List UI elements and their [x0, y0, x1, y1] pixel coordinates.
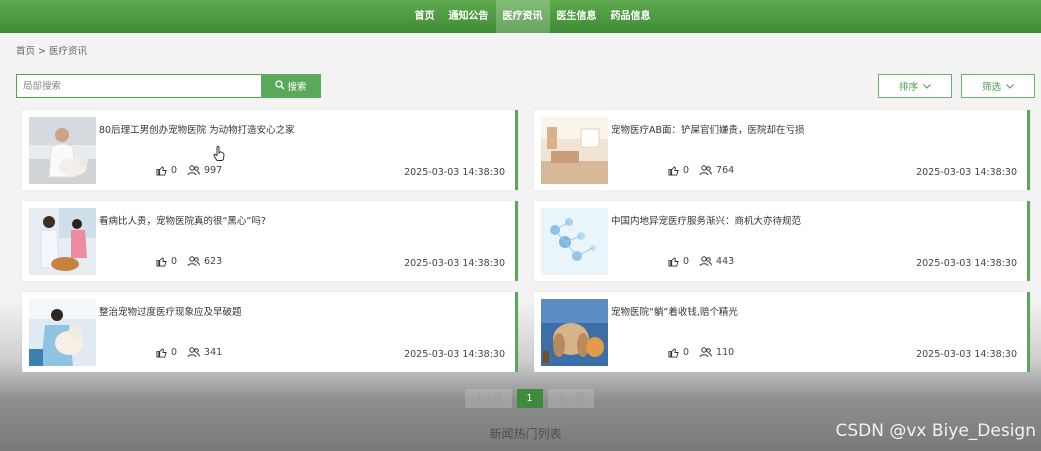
- pagination: 上一页 1 下一页: [465, 389, 595, 408]
- article-title[interactable]: 整治宠物过度医疗现象应及早破题: [99, 304, 242, 318]
- users-icon: [187, 165, 200, 176]
- view-count: 997: [204, 165, 223, 176]
- main-nav: 首页 通知公告 医疗资讯 医生信息 药品信息: [408, 0, 658, 33]
- filter-dropdown[interactable]: 筛选: [961, 74, 1035, 98]
- thumbs-up-icon[interactable]: [156, 256, 167, 267]
- users-icon: [187, 256, 200, 267]
- filter-label: 筛选: [981, 82, 1001, 93]
- like-count: 0: [683, 347, 690, 358]
- watermark: CSDN @vx Biye_Design: [835, 421, 1037, 441]
- users-icon: [699, 256, 712, 267]
- view-count: 341: [204, 347, 223, 358]
- page-number-current[interactable]: 1: [516, 389, 543, 408]
- article-thumbnail: [541, 117, 608, 184]
- nav-item-medical-news[interactable]: 医疗资讯: [495, 0, 550, 33]
- like-count: 0: [171, 165, 178, 176]
- article-title[interactable]: 看病比人贵，宠物医院真的很“黑心”吗?: [99, 213, 266, 227]
- view-count: 764: [716, 165, 735, 176]
- article-card[interactable]: 看病比人贵，宠物医院真的很“黑心”吗? 0 623 2025-03-03 14:…: [22, 201, 518, 281]
- article-time: 2025-03-03 14:38:30: [916, 349, 1017, 360]
- article-time: 2025-03-03 14:38:30: [404, 349, 505, 360]
- nav-item-medicines[interactable]: 药品信息: [604, 0, 658, 33]
- article-stats: 0 110: [668, 347, 744, 358]
- view-count: 110: [716, 347, 735, 358]
- article-time: 2025-03-03 14:38:30: [404, 167, 505, 178]
- nav-item-doctors[interactable]: 医生信息: [550, 0, 604, 33]
- article-card[interactable]: 80后理工男创办宠物医院 为动物打造安心之家 0 997 2025-03-03 …: [22, 110, 518, 190]
- article-stats: 0 997: [156, 165, 232, 176]
- article-title[interactable]: 80后理工男创办宠物医院 为动物打造安心之家: [99, 122, 295, 136]
- nav-item-notices[interactable]: 通知公告: [442, 0, 496, 33]
- hand-cursor-icon: [213, 146, 225, 164]
- view-count: 443: [716, 256, 735, 267]
- article-card[interactable]: 整治宠物过度医疗现象应及早破题 0 341 2025-03-03 14:38:3…: [22, 292, 518, 372]
- users-icon: [699, 347, 712, 358]
- nav-item-home[interactable]: 首页: [408, 0, 442, 33]
- article-title[interactable]: 宠物医疗AB面：铲屎官们嫌贵，医院却在亏损: [611, 122, 805, 136]
- chevron-down-icon: [1006, 81, 1014, 92]
- view-count: 623: [204, 256, 223, 267]
- breadcrumb-separator: >: [38, 46, 47, 57]
- sort-dropdown[interactable]: 排序: [878, 74, 952, 98]
- article-thumbnail: [29, 117, 96, 184]
- breadcrumb: 首页 > 医疗资讯: [16, 43, 87, 57]
- article-title[interactable]: 宠物医院“躺”着收钱,赔个精光: [611, 304, 738, 318]
- chevron-down-icon: [923, 81, 931, 92]
- article-thumbnail: [541, 208, 608, 275]
- article-thumbnail: [541, 299, 608, 366]
- sort-label: 排序: [898, 82, 918, 93]
- search-button-label: 搜索: [287, 82, 307, 93]
- article-title[interactable]: 中国内地异宠医疗服务渐兴：商机大亦待规范: [611, 213, 801, 227]
- like-count: 0: [683, 165, 690, 176]
- thumbs-up-icon[interactable]: [156, 347, 167, 358]
- article-card[interactable]: 宠物医院“躺”着收钱,赔个精光 0 110 2025-03-03 14:38:3…: [534, 292, 1030, 372]
- thumbs-up-icon[interactable]: [668, 165, 679, 176]
- article-stats: 0 443: [668, 256, 744, 267]
- prev-page-button[interactable]: 上一页: [465, 389, 512, 408]
- like-count: 0: [171, 256, 178, 267]
- article-stats: 0 623: [156, 256, 232, 267]
- article-card[interactable]: 宠物医疗AB面：铲屎官们嫌贵，医院却在亏损 0 764 2025-03-03 1…: [534, 110, 1030, 190]
- next-page-button[interactable]: 下一页: [547, 389, 595, 408]
- search-input[interactable]: [16, 74, 262, 98]
- article-thumbnail: [29, 208, 96, 275]
- thumbs-up-icon[interactable]: [668, 256, 679, 267]
- breadcrumb-home[interactable]: 首页: [16, 46, 35, 57]
- breadcrumb-current: 医疗资讯: [49, 46, 88, 57]
- top-nav-bar: 首页 通知公告 医疗资讯 医生信息 药品信息: [0, 0, 1041, 33]
- thumbs-up-icon[interactable]: [156, 165, 167, 176]
- like-count: 0: [683, 256, 690, 267]
- article-stats: 0 341: [156, 347, 232, 358]
- search-icon: [275, 79, 285, 93]
- users-icon: [187, 347, 200, 358]
- like-count: 0: [171, 347, 178, 358]
- article-stats: 0 764: [668, 165, 744, 176]
- users-icon: [699, 165, 712, 176]
- article-time: 2025-03-03 14:38:30: [916, 258, 1017, 269]
- article-card[interactable]: 中国内地异宠医疗服务渐兴：商机大亦待规范 0 443 2025-03-03 14…: [534, 201, 1030, 281]
- article-time: 2025-03-03 14:38:30: [916, 167, 1017, 178]
- thumbs-up-icon[interactable]: [668, 347, 679, 358]
- search-button[interactable]: 搜索: [261, 74, 321, 98]
- article-time: 2025-03-03 14:38:30: [404, 258, 505, 269]
- article-thumbnail: [29, 299, 96, 366]
